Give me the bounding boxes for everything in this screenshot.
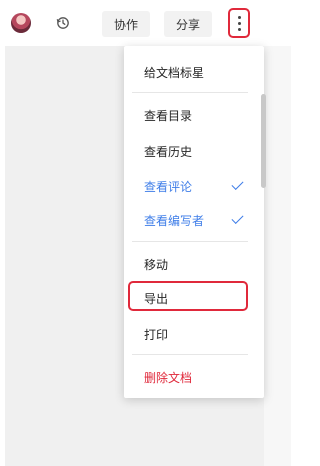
collaborate-button[interactable]: 协作 <box>102 11 150 37</box>
menu-item-star[interactable]: 给文档标星 <box>124 59 264 85</box>
menu-item-label: 删除文档 <box>144 370 193 385</box>
menu-item-print[interactable]: 打印 <box>124 321 264 347</box>
menu-item-label: 打印 <box>144 327 169 342</box>
menu-item-history[interactable]: 查看历史 <box>124 138 264 164</box>
menu-item-move[interactable]: 移动 <box>124 251 264 277</box>
menu-item-authors[interactable]: 查看编写者 <box>124 207 264 233</box>
menu-item-label: 查看目录 <box>144 108 193 123</box>
menu-item-label: 移动 <box>144 257 169 272</box>
export-highlight-box <box>128 281 248 311</box>
more-options-button[interactable] <box>228 8 250 38</box>
menu-item-label: 查看历史 <box>144 144 193 159</box>
menu-item-comments[interactable]: 查看评论 <box>124 173 264 199</box>
page: 协作 分享 给文档标星 查看目录 查看历史 查看评论 查看编写者 移动 导出 打… <box>0 0 291 466</box>
menu-divider <box>132 92 248 93</box>
menu-divider <box>132 241 248 242</box>
menu-item-outline[interactable]: 查看目录 <box>124 102 264 128</box>
more-vertical-icon <box>237 15 241 19</box>
share-button[interactable]: 分享 <box>164 11 212 37</box>
top-toolbar: 协作 分享 <box>0 0 291 46</box>
menu-item-delete[interactable]: 删除文档 <box>124 364 264 390</box>
avatar[interactable] <box>11 13 31 33</box>
menu-divider <box>132 354 248 355</box>
history-clock-icon <box>56 17 69 29</box>
history-button[interactable] <box>51 12 75 34</box>
check-icon <box>231 177 244 191</box>
menu-item-label: 查看编写者 <box>144 213 205 228</box>
document-right-strip <box>264 46 291 466</box>
share-label: 分享 <box>175 17 200 32</box>
menu-item-label: 查看评论 <box>144 179 193 194</box>
more-options-menu: 给文档标星 查看目录 查看历史 查看评论 查看编写者 移动 导出 打印 删除文档 <box>124 46 264 398</box>
check-icon <box>231 211 244 225</box>
menu-item-label: 给文档标星 <box>144 65 205 80</box>
collaborate-label: 协作 <box>113 17 138 32</box>
menu-scrollbar[interactable] <box>261 94 266 188</box>
